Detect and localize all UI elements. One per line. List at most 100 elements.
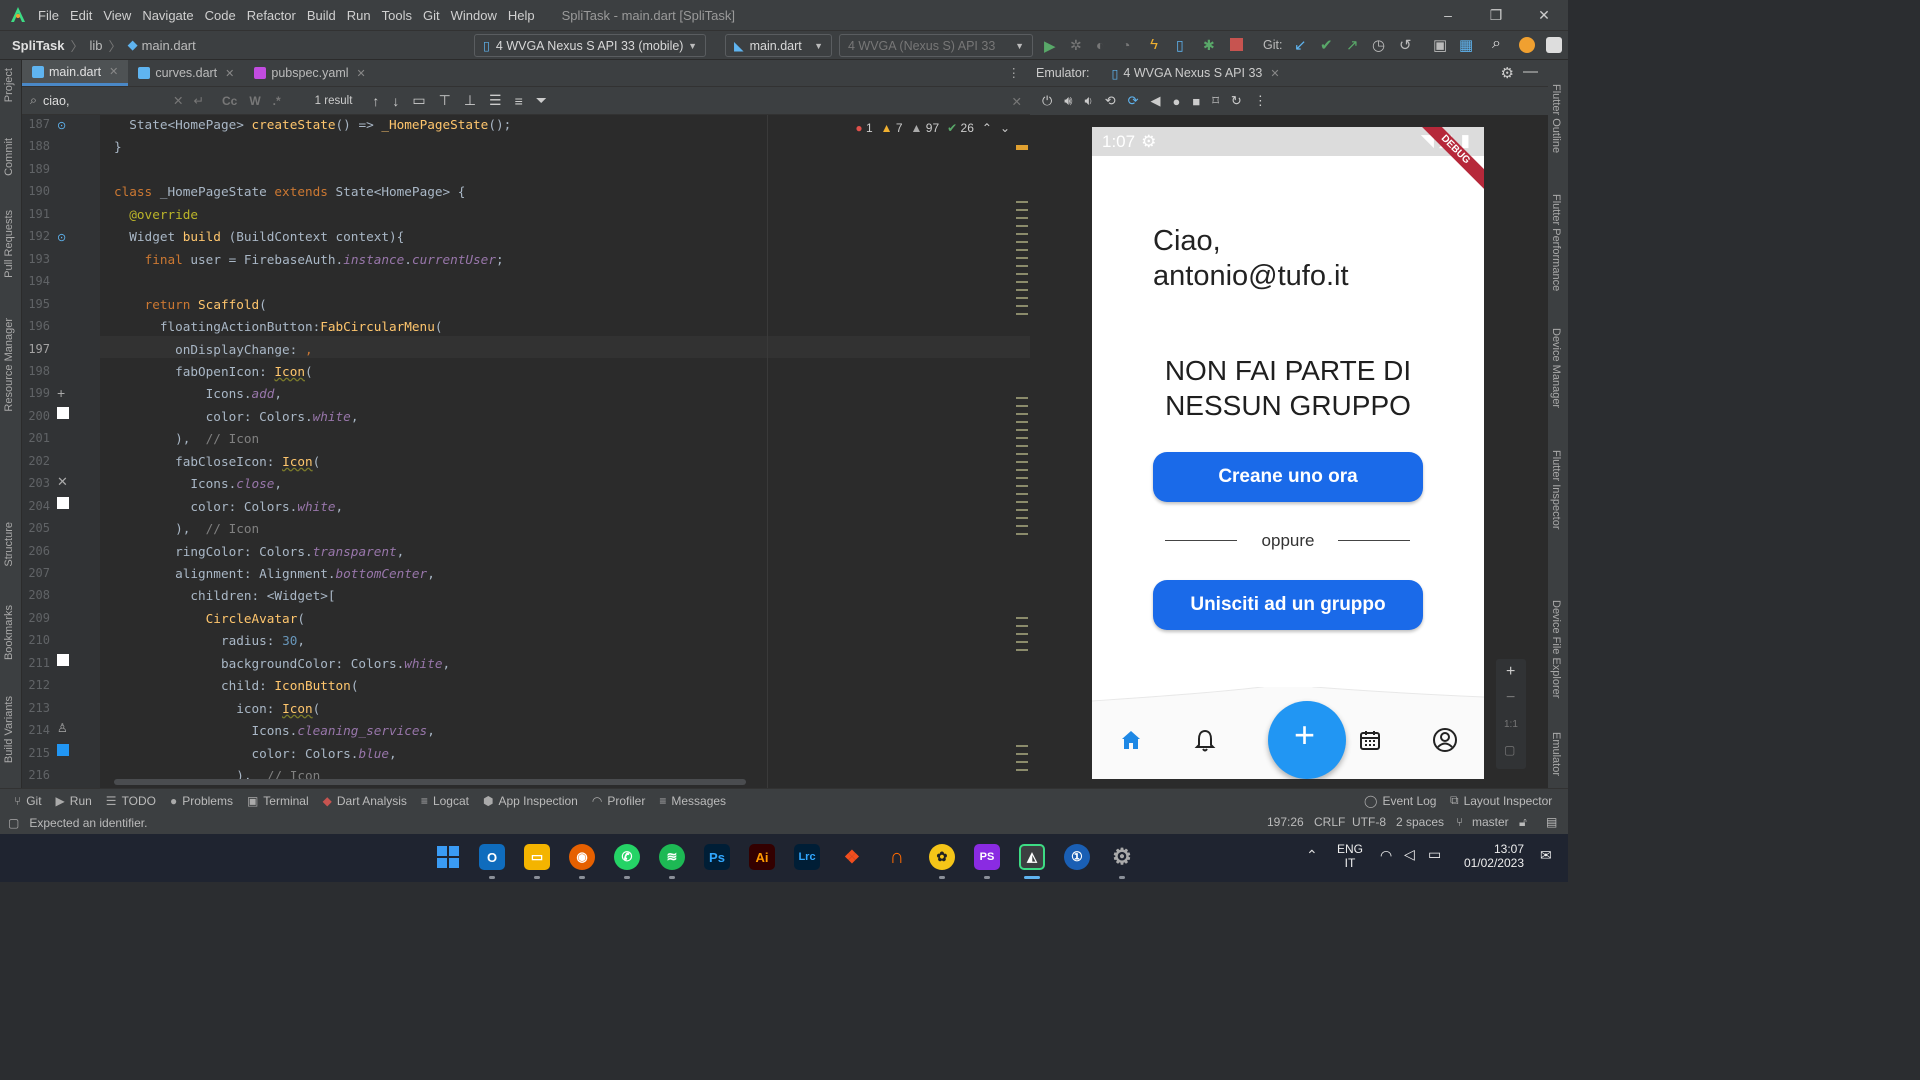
white-color-swatch-icon[interactable] [57, 407, 69, 419]
line-number[interactable]: 192 [22, 229, 50, 243]
spotify-icon[interactable]: ≋ [659, 844, 685, 870]
code-line[interactable]: children: <Widget>[ [114, 588, 335, 603]
git-push-icon[interactable]: ↗ [1346, 36, 1359, 54]
close-tab-icon[interactable]: ✕ [225, 67, 234, 80]
git-update-icon[interactable]: ↙ [1294, 36, 1307, 54]
line-number[interactable]: 196 [22, 319, 50, 333]
lock-icon[interactable]: 🔓︎ [1519, 815, 1527, 830]
minimize-button[interactable]: – [1424, 0, 1472, 30]
more-options-icon[interactable]: ⋮ [1254, 93, 1267, 109]
code-line[interactable]: floatingActionButton:FabCircularMenu( [114, 319, 443, 334]
code-line[interactable]: @override [114, 207, 198, 222]
whole-words-toggle[interactable]: W [249, 94, 260, 108]
todo-tool-button[interactable]: ☰ TODO [106, 794, 156, 808]
select-all-icon[interactable]: ☰ [489, 92, 502, 109]
back-icon[interactable]: ◀ [1151, 93, 1161, 109]
code-line[interactable]: ), // Icon [114, 521, 259, 536]
language-indicator[interactable]: ENG IT [1337, 842, 1363, 870]
previous-highlight-icon[interactable]: ⌃ [982, 121, 992, 135]
line-number[interactable]: 190 [22, 184, 50, 198]
clear-search-icon[interactable]: ✕ [173, 93, 183, 108]
flutter-performance-tool-tab[interactable]: Flutter Performance [1550, 194, 1562, 291]
file-explorer-icon[interactable]: ▭ [524, 844, 550, 870]
menu-edit[interactable]: Edit [70, 8, 92, 23]
line-number[interactable]: 215 [22, 746, 50, 760]
layout-inspector-tool-button[interactable]: ⧉ Layout Inspector [1450, 793, 1552, 808]
override-marker-icon[interactable]: ⊙ [57, 231, 69, 244]
search-everywhere-icon[interactable]: ⌕ [1492, 35, 1501, 53]
code-line[interactable]: radius: 30, [114, 633, 305, 648]
pull-requests-tool-tab[interactable]: Pull Requests [3, 210, 15, 278]
project-tool-tab[interactable]: Project [3, 68, 15, 102]
white-color-swatch-icon[interactable] [57, 497, 69, 509]
lightroom-classic-icon[interactable]: Lrc [794, 844, 820, 870]
firefox-icon[interactable]: ◉ [569, 844, 595, 870]
line-number[interactable]: 207 [22, 566, 50, 580]
next-highlight-icon[interactable]: ⌄ [1000, 121, 1010, 135]
code-line[interactable]: ), // Icon [114, 431, 259, 446]
flutter-outline-tool-tab[interactable]: Flutter Outline [1550, 84, 1562, 153]
toggle-tool-windows-icon[interactable]: ▢ [8, 816, 19, 830]
line-number[interactable]: 189 [22, 162, 50, 176]
menu-window[interactable]: Window [451, 8, 497, 23]
code-line[interactable]: State<HomePage> createState() => _HomePa… [114, 117, 511, 132]
phpstorm-icon[interactable]: PS [974, 844, 1000, 870]
code-line[interactable]: final user = FirebaseAuth.instance.curre… [114, 252, 504, 267]
close-tab-icon[interactable]: ✕ [1270, 67, 1279, 80]
clock[interactable]: 13:07 01/02/2023 [1462, 842, 1524, 870]
fit-screen-icon[interactable]: ▢ [1504, 743, 1515, 757]
app-inspection-tool-button[interactable]: ⬢ App Inspection [483, 794, 578, 808]
line-number[interactable]: 206 [22, 544, 50, 558]
line-number[interactable]: 209 [22, 611, 50, 625]
code-line[interactable]: } [114, 139, 122, 154]
menu-navigate[interactable]: Navigate [142, 8, 193, 23]
tab-pubspec-yaml[interactable]: pubspec.yaml ✕ [244, 60, 375, 86]
run-tool-button[interactable]: ▶ Run [56, 794, 92, 808]
code-line[interactable]: icon: Icon( [114, 701, 320, 716]
volume-up-icon[interactable]: 🔊︎ [1064, 93, 1072, 109]
bookmarks-tool-tab[interactable]: Bookmarks [3, 605, 15, 660]
overview-icon[interactable]: ■ [1192, 94, 1200, 109]
file-encoding[interactable]: UTF-8 [1352, 815, 1386, 829]
home-icon[interactable]: ● [1173, 94, 1181, 109]
menu-tools[interactable]: Tools [382, 8, 412, 23]
line-separator[interactable]: CRLF [1314, 815, 1345, 829]
filter-icon[interactable]: ⏷ [536, 92, 547, 109]
line-number[interactable]: 193 [22, 252, 50, 266]
build-variants-tool-tab[interactable]: Build Variants [3, 696, 15, 763]
code-line[interactable]: alignment: Alignment.bottomCenter, [114, 566, 435, 581]
power-icon[interactable]: ⏻ [1042, 93, 1052, 109]
caret-position[interactable]: 197:26 [1267, 815, 1304, 829]
code-line[interactable]: class _HomePageState extends State<HomeP… [114, 184, 465, 199]
breadcrumb-project[interactable]: SpliTask [12, 38, 65, 53]
phone-screen[interactable]: 1:07 ⚙ ◥ ◢ ▮ DEBUG Ciao, antonio@tufo.it… [1092, 127, 1484, 779]
add-selection-icon[interactable]: ⊤ [439, 92, 451, 109]
code-line[interactable]: Icons.cleaning_services, [114, 723, 434, 738]
indent-setting[interactable]: 2 spaces [1396, 815, 1444, 829]
line-number[interactable]: 210 [22, 633, 50, 647]
hive-app-icon[interactable]: ✿ [929, 844, 955, 870]
stop-icon[interactable] [1230, 38, 1243, 51]
tab-main-dart[interactable]: main.dart ✕ [22, 60, 129, 86]
rotate-left-icon[interactable]: ⟲ [1105, 93, 1116, 109]
memory-indicator-icon[interactable]: ▤ [1546, 815, 1557, 829]
menu-git[interactable]: Git [423, 8, 440, 23]
bell-icon[interactable] [1193, 728, 1217, 754]
code-line[interactable]: Icons.add, [114, 386, 282, 401]
close-window-button[interactable]: ✕ [1520, 0, 1568, 30]
menu-help[interactable]: Help [508, 8, 535, 23]
line-number[interactable]: 214 [22, 723, 50, 737]
problems-tool-button[interactable]: ● Problems [170, 794, 233, 808]
regex-toggle[interactable]: .* [273, 94, 281, 108]
flutter-inspector-tool-tab[interactable]: Flutter Inspector [1550, 450, 1562, 529]
photoshop-icon[interactable]: Ps [704, 844, 730, 870]
breadcrumb-file[interactable]: main.dart [142, 38, 196, 53]
zoom-out-icon[interactable]: − [1506, 689, 1515, 707]
run-icon[interactable]: ▶ [1044, 37, 1056, 55]
line-number[interactable]: 202 [22, 454, 50, 468]
figma-icon[interactable]: ❖ [839, 844, 865, 870]
select-all-occurrences-icon[interactable]: ▭ [412, 92, 425, 109]
device-manager-tool-tab[interactable]: Device Manager [1550, 328, 1562, 408]
outlook-icon[interactable]: O [479, 844, 505, 870]
resource-manager-tool-tab[interactable]: Resource Manager [3, 318, 15, 412]
